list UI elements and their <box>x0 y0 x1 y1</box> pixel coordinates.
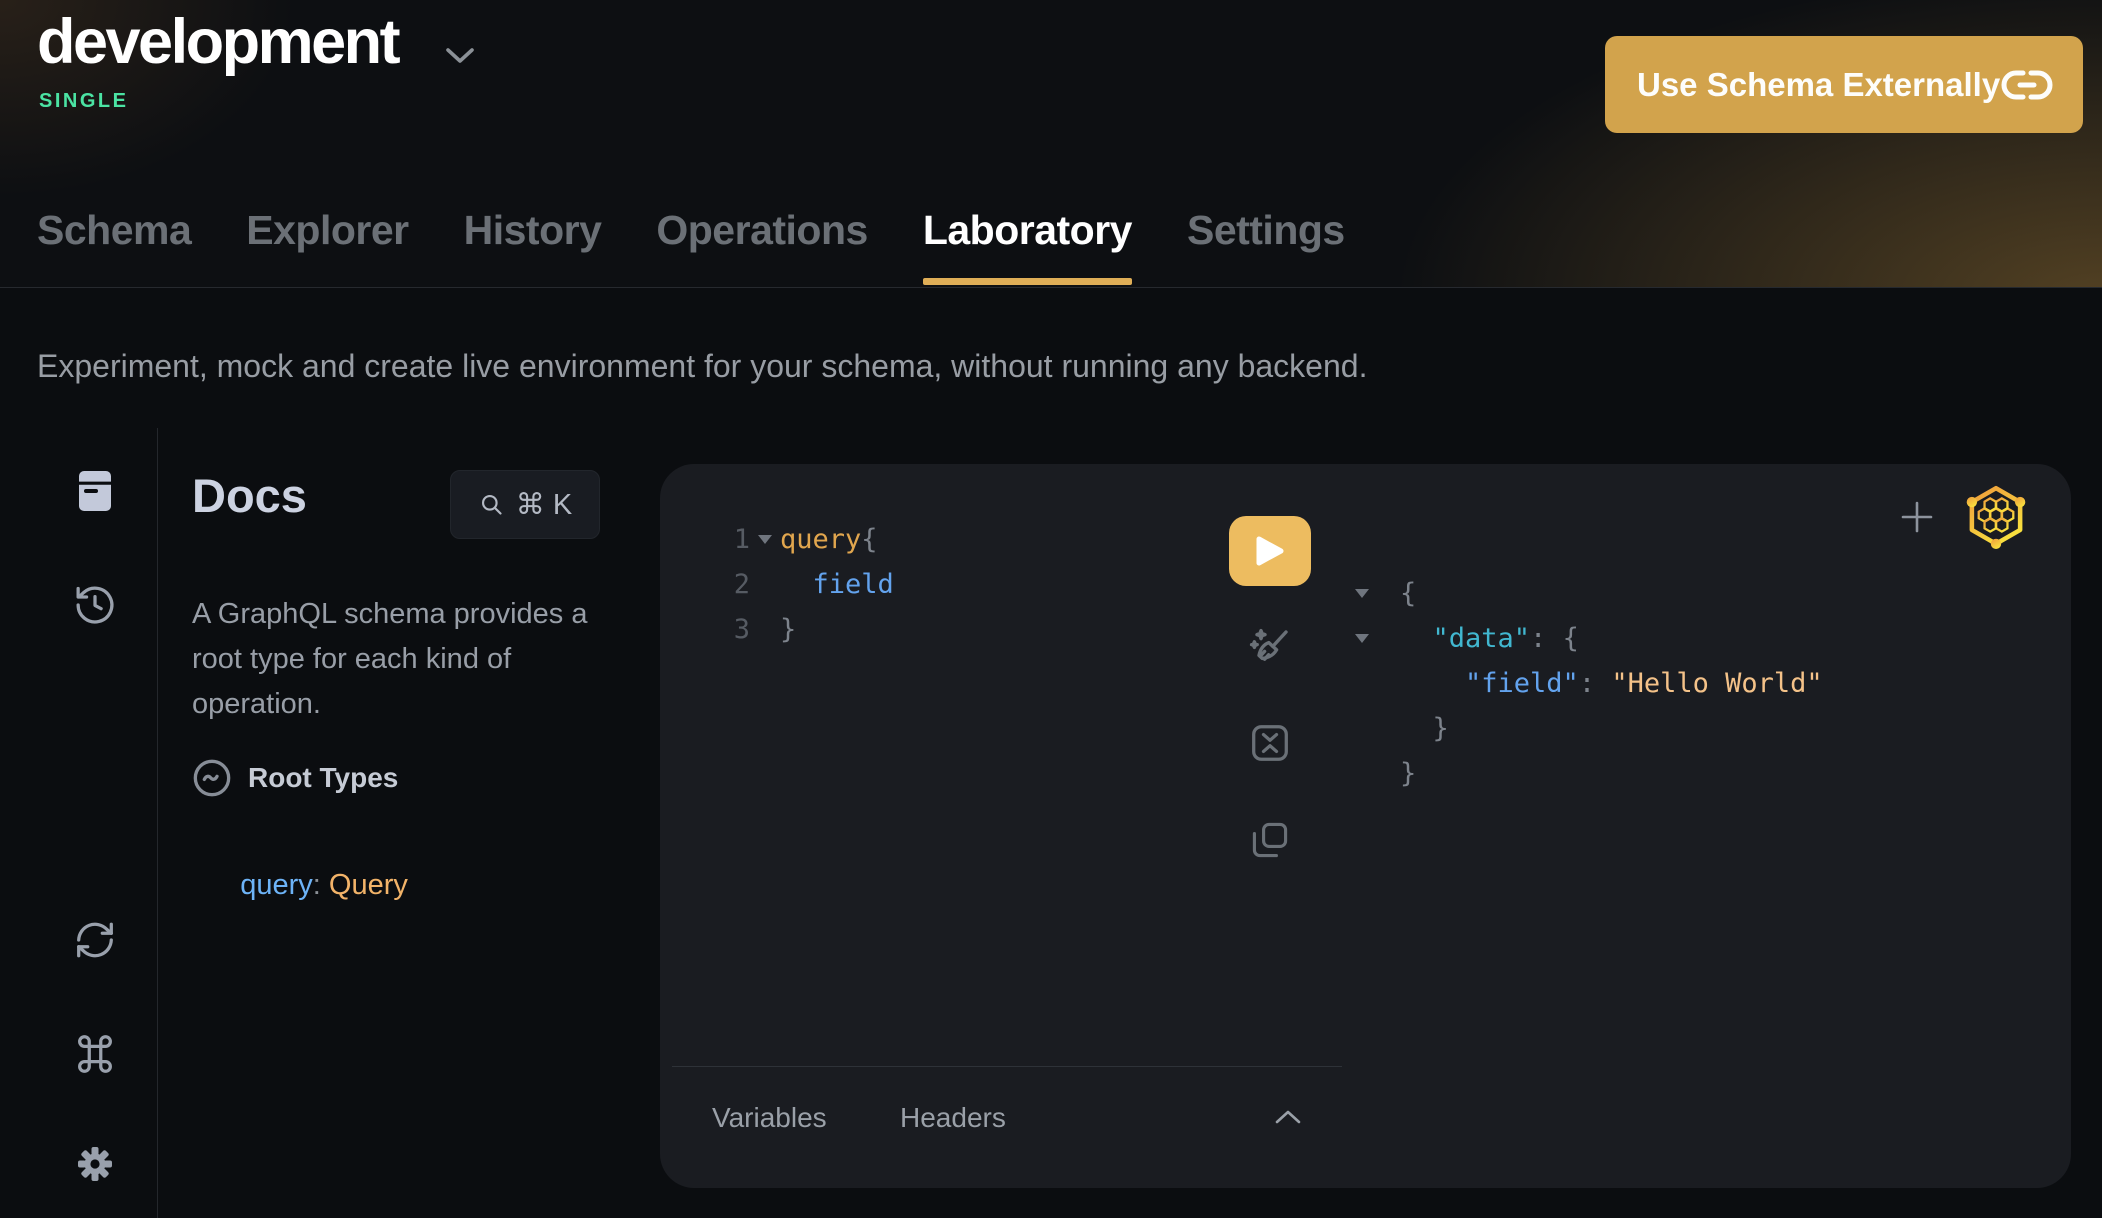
copy-query-button[interactable] <box>1248 818 1292 862</box>
sidebar-divider <box>157 428 158 1218</box>
code-colon: : <box>1530 623 1563 654</box>
plus-icon <box>1900 500 1934 534</box>
code-keyword: query <box>780 524 861 555</box>
chevron-down-icon <box>444 46 476 66</box>
hive-logo <box>1963 483 2029 549</box>
response-line: } <box>1355 751 1823 796</box>
code-field: field <box>780 569 894 600</box>
response-line: "field": "Hello World" <box>1355 661 1823 706</box>
line-number: 3 <box>725 614 750 645</box>
copy-icon <box>1248 818 1292 862</box>
editor-line: 1 query{ <box>725 517 894 562</box>
page-header: development SINGLE Use Schema Externally <box>0 0 2102 288</box>
root-types-label: Root Types <box>248 762 398 794</box>
response-line: "data": { <box>1355 616 1823 661</box>
graphiql-panel: 1 query{ 2 field 3 } <box>660 464 2071 1188</box>
query-editor[interactable]: 1 query{ 2 field 3 } <box>725 517 894 652</box>
root-type-separator: : <box>313 869 329 901</box>
page-description: Experiment, mock and create live environ… <box>37 348 1367 385</box>
sidebar-item-history[interactable] <box>72 582 118 628</box>
history-icon <box>72 582 118 628</box>
code-property: "field" <box>1400 668 1579 699</box>
execute-query-button[interactable] <box>1229 516 1311 586</box>
use-schema-externally-button[interactable]: Use Schema Externally <box>1605 36 2083 133</box>
root-type-type[interactable]: Query <box>329 869 408 901</box>
sidebar-item-shortcuts[interactable] <box>72 1031 118 1077</box>
footer-divider <box>672 1066 1342 1067</box>
chevron-up-icon <box>1273 1108 1303 1126</box>
headers-tab[interactable]: Headers <box>900 1102 1006 1134</box>
code-brace: { <box>1563 623 1579 654</box>
code-brace: } <box>780 614 796 645</box>
book-icon <box>71 467 119 515</box>
prettify-wand-icon <box>1246 625 1294 673</box>
fold-toggle[interactable] <box>1355 589 1400 598</box>
search-shortcut-label: ⌘ K <box>516 487 572 522</box>
code-brace: } <box>1400 713 1449 744</box>
gear-icon <box>72 1141 118 1187</box>
code-colon: : <box>1579 668 1612 699</box>
merge-icon <box>1247 720 1293 766</box>
code-brace: { <box>1400 578 1416 609</box>
response-viewer: { "data": { "field": "Hello World" } } <box>1355 571 1823 796</box>
line-number: 1 <box>725 524 750 555</box>
use-schema-externally-label: Use Schema Externally <box>1637 66 2000 104</box>
fold-toggle[interactable] <box>750 535 780 544</box>
laboratory-page: development SINGLE Use Schema Externally <box>0 0 2102 1218</box>
play-icon <box>1255 535 1285 567</box>
root-type-query-link[interactable]: query: Query <box>208 836 408 935</box>
target-selector-dropdown[interactable] <box>444 46 476 71</box>
response-line: } <box>1355 706 1823 751</box>
sidebar-item-settings[interactable] <box>72 1141 118 1187</box>
editor-line: 3 } <box>725 607 894 652</box>
docs-description: A GraphQL schema provides a root type fo… <box>192 592 627 727</box>
sidebar-item-docs[interactable] <box>71 467 119 515</box>
docs-search-button[interactable]: ⌘ K <box>450 470 600 539</box>
editor-line: 2 field <box>725 562 894 607</box>
response-line: { <box>1355 571 1823 616</box>
tilde-circle-icon <box>192 758 232 798</box>
tab-schema[interactable]: Schema <box>37 207 191 287</box>
fold-arrow-icon <box>758 535 772 544</box>
page-tabs: Schema Explorer History Operations Labor… <box>37 207 1345 287</box>
tab-settings[interactable]: Settings <box>1187 207 1345 287</box>
hive-logo-icon <box>1963 483 2029 549</box>
tab-operations[interactable]: Operations <box>656 207 867 287</box>
docs-title: Docs <box>192 468 307 523</box>
line-number: 2 <box>725 569 750 600</box>
code-brace: } <box>1400 758 1416 789</box>
add-tab-button[interactable] <box>1900 500 1934 534</box>
fold-arrow-icon <box>1355 634 1369 643</box>
fold-toggle[interactable] <box>1355 634 1400 643</box>
tab-history[interactable]: History <box>464 207 602 287</box>
collapse-editor-tools-button[interactable] <box>1273 1108 1303 1126</box>
link-icon <box>2001 65 2053 105</box>
prettify-button[interactable] <box>1246 625 1294 673</box>
root-type-field[interactable]: query <box>240 869 313 901</box>
variables-tab[interactable]: Variables <box>712 1102 827 1134</box>
tab-laboratory[interactable]: Laboratory <box>923 207 1132 287</box>
root-types-section: Root Types <box>192 758 398 798</box>
refresh-icon <box>72 917 118 963</box>
sidebar-item-sync[interactable] <box>72 917 118 963</box>
code-property: "data" <box>1400 623 1530 654</box>
fold-arrow-icon <box>1355 589 1369 598</box>
tab-explorer[interactable]: Explorer <box>246 207 408 287</box>
command-icon <box>72 1031 118 1077</box>
search-icon <box>478 491 505 518</box>
environment-badge: SINGLE <box>39 90 128 113</box>
target-title: development <box>37 6 398 78</box>
merge-fragments-button[interactable] <box>1247 720 1293 766</box>
code-brace: { <box>861 524 877 555</box>
code-string-value: "Hello World" <box>1611 668 1822 699</box>
